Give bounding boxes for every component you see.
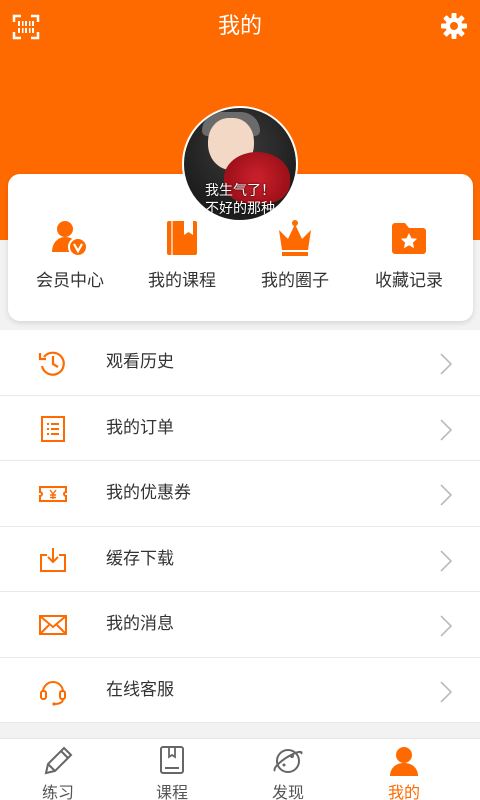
tab-label: 我的	[387, 783, 420, 800]
quick-my-circle[interactable]: 我的圈子	[239, 218, 351, 292]
menu-item-coupons[interactable]: 我的优惠券	[0, 461, 480, 527]
menu-list: 观看历史 我的订单 我的优惠券 缓存下载 我的消息 在线客服	[0, 330, 480, 723]
menu-label: 观看历史	[106, 352, 174, 372]
chevron-right-icon	[440, 353, 452, 375]
book-icon	[167, 221, 197, 255]
tab-label: 课程	[155, 783, 188, 800]
menu-item-support[interactable]: 在线客服	[0, 658, 480, 723]
download-icon	[40, 547, 66, 572]
order-icon	[41, 415, 65, 442]
member-icon	[52, 221, 88, 257]
chevron-right-icon	[440, 418, 452, 441]
quick-label: 我的圈子	[261, 271, 329, 291]
user-icon	[390, 747, 418, 776]
pencil-icon	[44, 746, 73, 775]
chevron-right-icon	[440, 615, 452, 637]
menu-item-orders[interactable]: 我的订单	[0, 396, 480, 461]
quick-label: 我的课程	[148, 271, 216, 291]
tab-label: 发现	[271, 783, 304, 800]
avatar-caption-line2: 不好的那种	[205, 201, 275, 217]
menu-item-messages[interactable]: 我的消息	[0, 592, 480, 658]
star-folder-icon	[392, 223, 426, 254]
avatar[interactable]: 我生气了！ 不好的那种	[182, 106, 298, 222]
chevron-right-icon	[440, 549, 452, 572]
tab-courses[interactable]: 课程	[132, 745, 212, 800]
crown-icon	[279, 220, 311, 256]
planet-icon	[273, 749, 303, 773]
menu-label: 缓存下载	[106, 548, 174, 569]
avatar-caption-line1: 我生气了！	[205, 183, 275, 199]
chevron-right-icon	[440, 680, 452, 703]
quick-my-courses[interactable]: 我的课程	[126, 218, 238, 292]
menu-item-downloads[interactable]: 缓存下载	[0, 527, 480, 592]
gear-icon[interactable]	[440, 12, 468, 40]
quick-label: 收藏记录	[375, 271, 443, 291]
page-title: 我的	[217, 14, 262, 39]
quick-label: 会员中心	[36, 271, 104, 291]
menu-item-history[interactable]: 观看历史	[0, 330, 480, 396]
tab-label: 练习	[41, 783, 74, 800]
menu-label: 我的优惠券	[106, 483, 191, 503]
history-icon	[38, 351, 65, 376]
quick-favorites[interactable]: 收藏记录	[353, 218, 465, 292]
tab-discover[interactable]: 发现	[248, 745, 328, 800]
tab-mine[interactable]: 我的	[364, 745, 444, 800]
bottom-tab-bar: 练习 课程 发现 我的	[0, 738, 480, 800]
course-icon	[160, 746, 184, 774]
coupon-icon	[39, 486, 67, 502]
quick-member-center[interactable]: 会员中心	[14, 218, 126, 292]
menu-label: 在线客服	[106, 679, 174, 700]
mail-icon	[39, 615, 67, 635]
menu-label: 我的消息	[106, 614, 174, 634]
menu-label: 我的订单	[106, 417, 174, 438]
chevron-right-icon	[440, 484, 452, 506]
headset-icon	[40, 680, 66, 706]
tab-practice[interactable]: 练习	[18, 745, 98, 800]
